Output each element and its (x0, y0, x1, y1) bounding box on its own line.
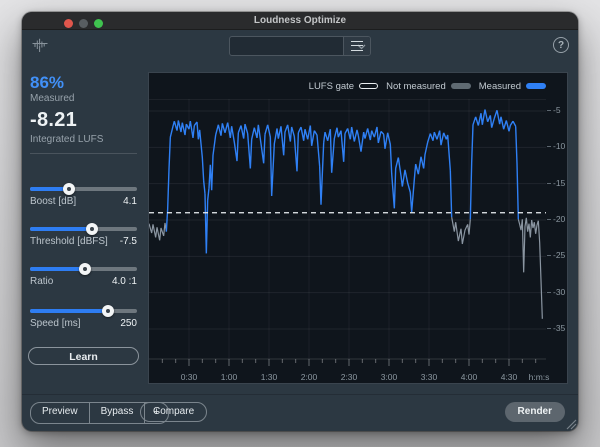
bottom-bar: Preview Bypass + Compare Render (22, 394, 578, 431)
desktop: Loudness Optimize ? 86% Measured -8.21 (0, 0, 600, 447)
y-tick-label: -5 (547, 105, 571, 116)
learn-button[interactable]: Learn (28, 347, 139, 365)
help-button[interactable]: ? (553, 37, 569, 53)
x-tick-label: 2:00 (293, 372, 325, 382)
y-tick-label: -10 (547, 141, 571, 152)
x-tick-label: 1:30 (253, 372, 285, 382)
legend-measured-label: Measured (479, 81, 521, 92)
chart-box: LUFS gate Not measured Measured -5 -10 -15… (148, 72, 568, 384)
x-tick-label: 2:30 (333, 372, 365, 382)
ratio-slider-knob[interactable] (79, 263, 91, 275)
integrated-lufs-label: Integrated LUFS (30, 134, 103, 145)
boost-slider-track[interactable] (30, 187, 137, 191)
measured-swatch (526, 83, 546, 89)
hamburger-menu-icon (351, 41, 363, 51)
speed-slider-fill (30, 309, 108, 313)
resize-grip[interactable] (565, 418, 577, 430)
legend-item-not-measured: Not measured (386, 81, 471, 92)
preset-dropdown[interactable] (229, 36, 371, 56)
preset-value[interactable] (230, 37, 343, 55)
bypass-button[interactable]: Bypass (90, 403, 145, 423)
compare-button[interactable]: Compare (140, 402, 207, 422)
integrated-lufs-value: -8.21 (30, 109, 77, 132)
x-tick-label: 0:30 (173, 372, 205, 382)
ratio-label: Ratio (30, 276, 53, 287)
speed-label: Speed [ms] (30, 318, 81, 329)
y-tick-label: -25 (547, 250, 571, 261)
sidebar: 86% Measured -8.21 Integrated LUFS Boost… (22, 66, 148, 395)
legend-not-measured-label: Not measured (386, 81, 446, 92)
y-tick-label: -35 (547, 323, 571, 334)
not-measured-swatch (451, 83, 471, 89)
legend-item-lufs-gate: LUFS gate (309, 81, 378, 92)
threshold-slider-track[interactable] (30, 227, 137, 231)
threshold-slider-fill (30, 227, 92, 231)
window-title: Loudness Optimize (22, 12, 578, 29)
boost-value[interactable]: 4.1 (123, 196, 137, 207)
plugin-window: Loudness Optimize ? 86% Measured -8.21 (22, 12, 578, 431)
threshold-slider-knob[interactable] (86, 223, 98, 235)
ratio-slider: Ratio 4.0 :1 (30, 265, 137, 297)
y-tick-label: -20 (547, 214, 571, 225)
legend-item-measured: Measured (479, 81, 546, 92)
threshold-value[interactable]: -7.5 (120, 236, 137, 247)
chart-legend: LUFS gate Not measured Measured (149, 73, 546, 100)
title-bar: Loudness Optimize (22, 12, 578, 30)
y-tick-label: -30 (547, 287, 571, 298)
ratio-slider-track[interactable] (30, 267, 137, 271)
speed-slider: Speed [ms] 250 (30, 307, 137, 339)
boost-slider: Boost [dB] 4.1 (30, 185, 137, 217)
boost-label: Boost [dB] (30, 196, 76, 207)
module-icon (31, 36, 49, 54)
plot-svg (149, 99, 569, 385)
speed-value[interactable]: 250 (120, 318, 137, 329)
render-button[interactable]: Render (505, 402, 565, 422)
speed-slider-track[interactable] (30, 309, 137, 313)
threshold-label: Threshold [dBFS] (30, 236, 108, 247)
x-tick-label: 4:00 (453, 372, 485, 382)
speed-slider-knob[interactable] (102, 305, 114, 317)
ratio-slider-fill (30, 267, 85, 271)
preview-button[interactable]: Preview (31, 403, 89, 423)
measured-label: Measured (30, 93, 74, 104)
x-tick-label: 1:00 (213, 372, 245, 382)
y-tick-label: -15 (547, 178, 571, 189)
threshold-slider: Threshold [dBFS] -7.5 (30, 225, 137, 257)
x-tick-label: 3:30 (413, 372, 445, 382)
measured-percent-value: 86% (30, 73, 64, 93)
x-tick-label: 3:00 (373, 372, 405, 382)
toolbar: ? (22, 29, 578, 62)
x-axis-unit: h:m:s (521, 372, 557, 382)
ratio-value[interactable]: 4.0 :1 (112, 276, 137, 287)
sidebar-divider (30, 153, 137, 154)
lufs-gate-swatch (359, 83, 378, 89)
boost-slider-knob[interactable] (63, 183, 75, 195)
legend-lufs-gate-label: LUFS gate (309, 81, 354, 92)
